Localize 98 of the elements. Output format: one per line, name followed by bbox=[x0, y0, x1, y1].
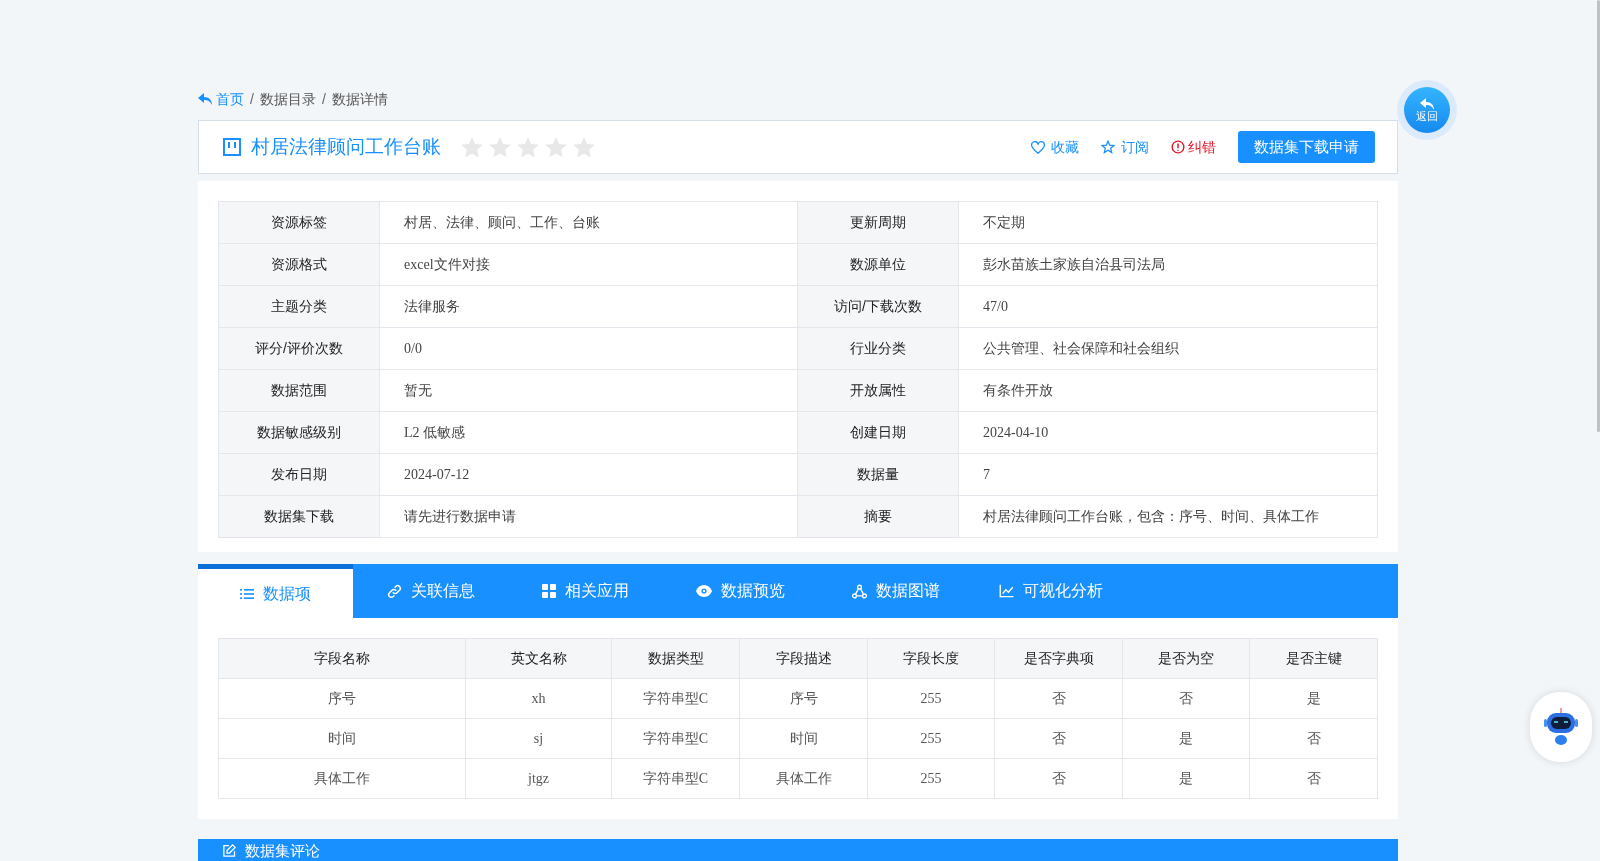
field-label: 评分/评价次数 bbox=[218, 327, 380, 370]
table-cell: 否 bbox=[1249, 758, 1378, 799]
link-icon bbox=[386, 583, 402, 599]
field-label: 开放属性 bbox=[797, 369, 959, 412]
favorite-link[interactable]: 收藏 bbox=[1031, 136, 1079, 158]
field-value: 不定期 bbox=[958, 201, 1378, 244]
dataset-title: 村居法律顾问工作台账 bbox=[251, 134, 441, 159]
tab[interactable]: 可视化分析 bbox=[973, 564, 1128, 618]
scrollbar[interactable] bbox=[1597, 0, 1600, 432]
field-value: 村居、法律、顾问、工作、台账 bbox=[379, 201, 798, 244]
field-value: 法律服务 bbox=[379, 285, 798, 328]
tab[interactable]: 关联信息 bbox=[353, 564, 508, 618]
report-error-link[interactable]: 纠错 bbox=[1171, 136, 1216, 158]
table-cell: 时间 bbox=[739, 718, 868, 759]
field-label: 发布日期 bbox=[218, 453, 380, 496]
tab[interactable]: 数据预览 bbox=[663, 564, 818, 618]
field-value: 村居法律顾问工作台账，包含：序号、时间、具体工作 bbox=[958, 495, 1378, 538]
field-value: L2 低敏感 bbox=[379, 411, 798, 454]
breadcrumb-separator: / bbox=[250, 89, 254, 109]
table-cell: 具体工作 bbox=[218, 758, 466, 799]
table-cell: 否 bbox=[1122, 678, 1250, 719]
table-cell: 否 bbox=[994, 718, 1123, 759]
table-cell: 是 bbox=[1122, 758, 1250, 799]
field-label: 行业分类 bbox=[797, 327, 959, 370]
eye-icon bbox=[696, 585, 712, 597]
table-cell: 否 bbox=[994, 758, 1123, 799]
field-label: 创建日期 bbox=[797, 411, 959, 454]
column-header: 是否为空 bbox=[1122, 638, 1250, 679]
field-value: 请先进行数据申请 bbox=[379, 495, 798, 538]
star-icon bbox=[1101, 140, 1115, 154]
heart-icon bbox=[1031, 140, 1045, 154]
edit-icon bbox=[222, 843, 237, 858]
column-header: 英文名称 bbox=[465, 638, 612, 679]
reply-arrow-icon bbox=[198, 93, 212, 105]
field-value: 2024-07-12 bbox=[379, 453, 798, 496]
field-label: 数据量 bbox=[797, 453, 959, 496]
table-cell: 是 bbox=[1122, 718, 1250, 759]
tab[interactable]: 数据项 bbox=[198, 564, 353, 618]
field-label: 资源标签 bbox=[218, 201, 380, 244]
field-label: 数源单位 bbox=[797, 243, 959, 286]
field-label: 数据集下载 bbox=[218, 495, 380, 538]
table-cell: 时间 bbox=[218, 718, 466, 759]
field-value: 47/0 bbox=[958, 285, 1378, 328]
back-arrow-icon bbox=[1420, 98, 1434, 110]
table-cell: jtgz bbox=[465, 758, 612, 799]
robot-icon bbox=[1543, 707, 1579, 747]
apply-download-button[interactable]: 数据集下载申请 bbox=[1238, 131, 1375, 163]
table-cell: 是 bbox=[1249, 678, 1378, 719]
column-header: 字段长度 bbox=[867, 638, 995, 679]
tab[interactable]: 相关应用 bbox=[508, 564, 663, 618]
grid-icon bbox=[542, 584, 556, 598]
field-label: 访问/下载次数 bbox=[797, 285, 959, 328]
column-header: 字段描述 bbox=[739, 638, 868, 679]
table-cell: 字符串型C bbox=[611, 678, 740, 719]
alert-icon bbox=[1171, 140, 1185, 154]
table-cell: 字符串型C bbox=[611, 718, 740, 759]
table-cell: 255 bbox=[867, 718, 995, 759]
field-label: 数据范围 bbox=[218, 369, 380, 412]
table-cell: 字符串型C bbox=[611, 758, 740, 799]
field-value: excel文件对接 bbox=[379, 243, 798, 286]
column-header: 是否字典项 bbox=[994, 638, 1123, 679]
comments-title: 数据集评论 bbox=[245, 843, 320, 859]
column-header: 数据类型 bbox=[611, 638, 740, 679]
subscribe-link[interactable]: 订阅 bbox=[1101, 136, 1149, 158]
back-button[interactable]: 返回 bbox=[1404, 87, 1450, 133]
field-label: 数据敏感级别 bbox=[218, 411, 380, 454]
field-value: 0/0 bbox=[379, 327, 798, 370]
field-label: 更新周期 bbox=[797, 201, 959, 244]
tab[interactable]: 数据图谱 bbox=[818, 564, 973, 618]
breadcrumb-link[interactable]: 首页 bbox=[198, 88, 244, 110]
field-value: 2024-04-10 bbox=[958, 411, 1378, 454]
assistant-button[interactable] bbox=[1530, 692, 1592, 762]
field-value: 彭水苗族土家族自治县司法局 bbox=[958, 243, 1378, 286]
table-cell: 255 bbox=[867, 678, 995, 719]
table-cell: 具体工作 bbox=[739, 758, 868, 799]
table-cell: 序号 bbox=[218, 678, 466, 719]
breadcrumb-link[interactable]: 数据目录 bbox=[259, 88, 316, 110]
table-cell: 否 bbox=[994, 678, 1123, 719]
field-value: 暂无 bbox=[379, 369, 798, 412]
table-cell: 255 bbox=[867, 758, 995, 799]
field-value: 公共管理、社会保障和社会组织 bbox=[958, 327, 1378, 370]
list-icon bbox=[240, 587, 254, 600]
column-header: 字段名称 bbox=[218, 638, 466, 679]
field-value: 7 bbox=[958, 453, 1378, 496]
board-icon bbox=[223, 138, 241, 156]
field-label: 资源格式 bbox=[218, 243, 380, 286]
column-header: 是否主键 bbox=[1249, 638, 1378, 679]
field-value: 有条件开放 bbox=[958, 369, 1378, 412]
breadcrumb-link[interactable]: 数据详情 bbox=[331, 88, 388, 110]
field-label: 摘要 bbox=[797, 495, 959, 538]
field-label: 主题分类 bbox=[218, 285, 380, 328]
network-icon bbox=[851, 583, 867, 599]
line-chart-icon bbox=[998, 584, 1014, 598]
table-cell: sj bbox=[465, 718, 612, 759]
table-cell: xh bbox=[465, 678, 612, 719]
breadcrumb-separator: / bbox=[321, 89, 326, 109]
table-cell: 否 bbox=[1249, 718, 1378, 759]
table-cell: 序号 bbox=[739, 678, 868, 719]
